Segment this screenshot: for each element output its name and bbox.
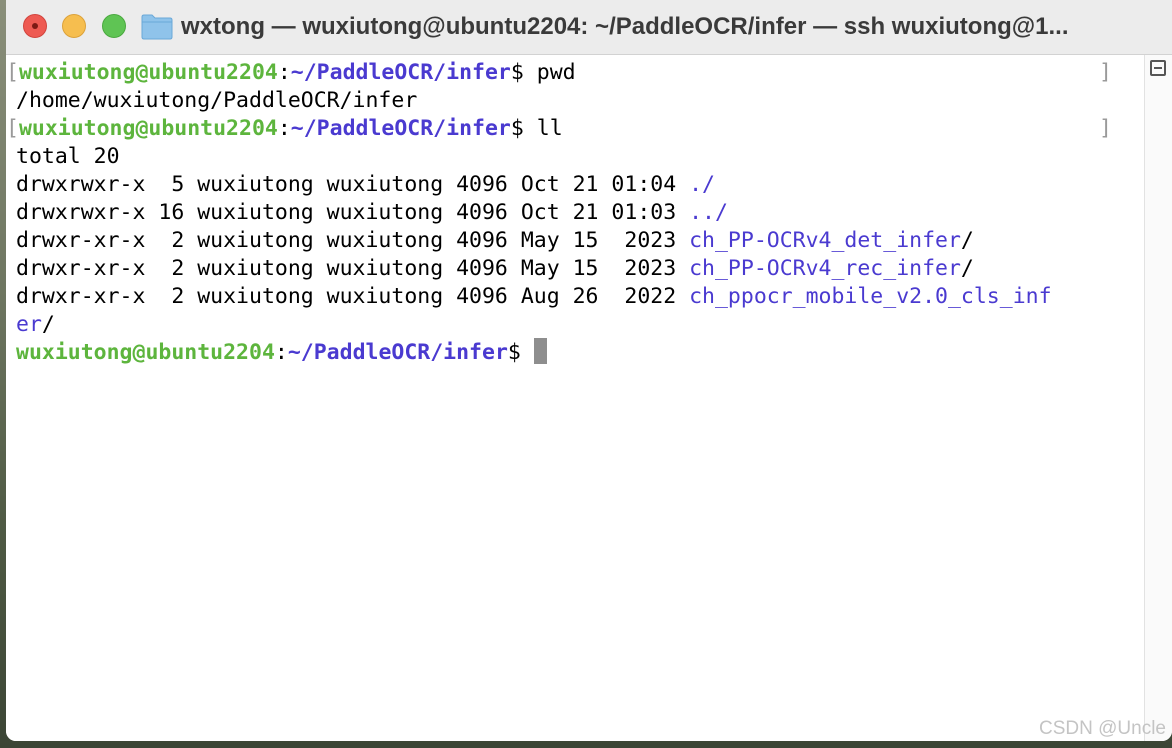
ls-row-name: ./: [689, 172, 715, 197]
terminal-window: wxtong — wuxiutong@ubuntu2204: ~/PaddleO…: [6, 0, 1172, 741]
prompt-symbol: $: [507, 340, 534, 365]
ls-row-name-wrap: er: [16, 312, 42, 337]
ls-row-name: ch_PP-OCRv4_det_infer: [689, 228, 961, 253]
ls-row-meta: drwxr-xr-x 2 wuxiutong wuxiutong 4096 Ma…: [16, 256, 690, 281]
pwd-output: /home/wuxiutong/PaddleOCR/infer: [16, 88, 418, 113]
prompt-symbol: $: [510, 116, 537, 141]
terminal-content[interactable]: [wuxiutong@ubuntu2204:~/PaddleOCR/infer$…: [6, 55, 1145, 741]
ls-row-name: ../: [689, 200, 728, 225]
prompt-colon: :: [277, 60, 291, 85]
title-bar[interactable]: wxtong — wuxiutong@ubuntu2204: ~/PaddleO…: [6, 0, 1172, 55]
ls-row-meta: drwxrwxr-x 16 wuxiutong wuxiutong 4096 O…: [16, 200, 690, 225]
window-title: wxtong — wuxiutong@ubuntu2204: ~/PaddleO…: [181, 13, 1069, 40]
prompt-line-current: wuxiutong@ubuntu2204:~/PaddleOCR/infer$: [16, 338, 547, 367]
ls-total: total 20: [16, 144, 120, 169]
close-button[interactable]: [23, 14, 47, 38]
prompt-colon: :: [277, 116, 291, 141]
ls-row-slash: /: [41, 312, 55, 337]
ls-row-meta: drwxrwxr-x 5 wuxiutong wuxiutong 4096 Oc…: [16, 172, 690, 197]
line-mark-right: ]: [1099, 116, 1112, 141]
line-mark-left: [: [6, 60, 19, 85]
prompt-line-1: [wuxiutong@ubuntu2204:~/PaddleOCR/infer$…: [6, 59, 576, 87]
prompt-path: ~/PaddleOCR/infer: [287, 340, 508, 365]
command-pwd: pwd: [536, 60, 576, 85]
line-mark-left: [: [6, 116, 19, 141]
ls-row: drwxrwxr-x 16 wuxiutong wuxiutong 4096 O…: [16, 199, 728, 227]
minimize-button[interactable]: [62, 14, 86, 38]
ls-row-slash: /: [960, 256, 974, 281]
scrollbar[interactable]: [1144, 55, 1172, 741]
command-ll: ll: [536, 116, 563, 141]
prompt-line-2: [wuxiutong@ubuntu2204:~/PaddleOCR/infer$…: [6, 115, 563, 143]
ls-row-meta: drwxr-xr-x 2 wuxiutong wuxiutong 4096 Au…: [16, 284, 690, 309]
prompt-user: wuxiutong@ubuntu2204: [18, 116, 278, 141]
text-cursor[interactable]: [533, 338, 547, 364]
ls-row: drwxr-xr-x 2 wuxiutong wuxiutong 4096 Ma…: [16, 227, 974, 255]
ls-row-wrap: er/: [16, 311, 55, 339]
ls-row-name: ch_ppocr_mobile_v2.0_cls_inf: [689, 284, 1052, 309]
prompt-path: ~/PaddleOCR/infer: [290, 60, 511, 85]
ls-row-meta: drwxr-xr-x 2 wuxiutong wuxiutong 4096 Ma…: [16, 228, 690, 253]
prompt-user: wuxiutong@ubuntu2204: [16, 340, 275, 365]
ls-row: drwxr-xr-x 2 wuxiutong wuxiutong 4096 Ma…: [16, 255, 974, 283]
maximize-button[interactable]: [102, 14, 126, 38]
scroll-toggle-icon[interactable]: [1150, 60, 1166, 76]
ls-row-name: ch_PP-OCRv4_rec_infer: [689, 256, 961, 281]
prompt-user: wuxiutong@ubuntu2204: [18, 60, 278, 85]
prompt-colon: :: [274, 340, 288, 365]
prompt-symbol: $: [510, 60, 537, 85]
ls-row-slash: /: [960, 228, 974, 253]
ls-row: drwxr-xr-x 2 wuxiutong wuxiutong 4096 Au…: [16, 283, 1052, 311]
folder-icon: [141, 14, 173, 40]
ls-row: drwxrwxr-x 5 wuxiutong wuxiutong 4096 Oc…: [16, 171, 715, 199]
line-mark-right: ]: [1099, 60, 1112, 85]
prompt-path: ~/PaddleOCR/infer: [290, 116, 511, 141]
watermark: CSDN @Uncle: [1039, 718, 1166, 739]
